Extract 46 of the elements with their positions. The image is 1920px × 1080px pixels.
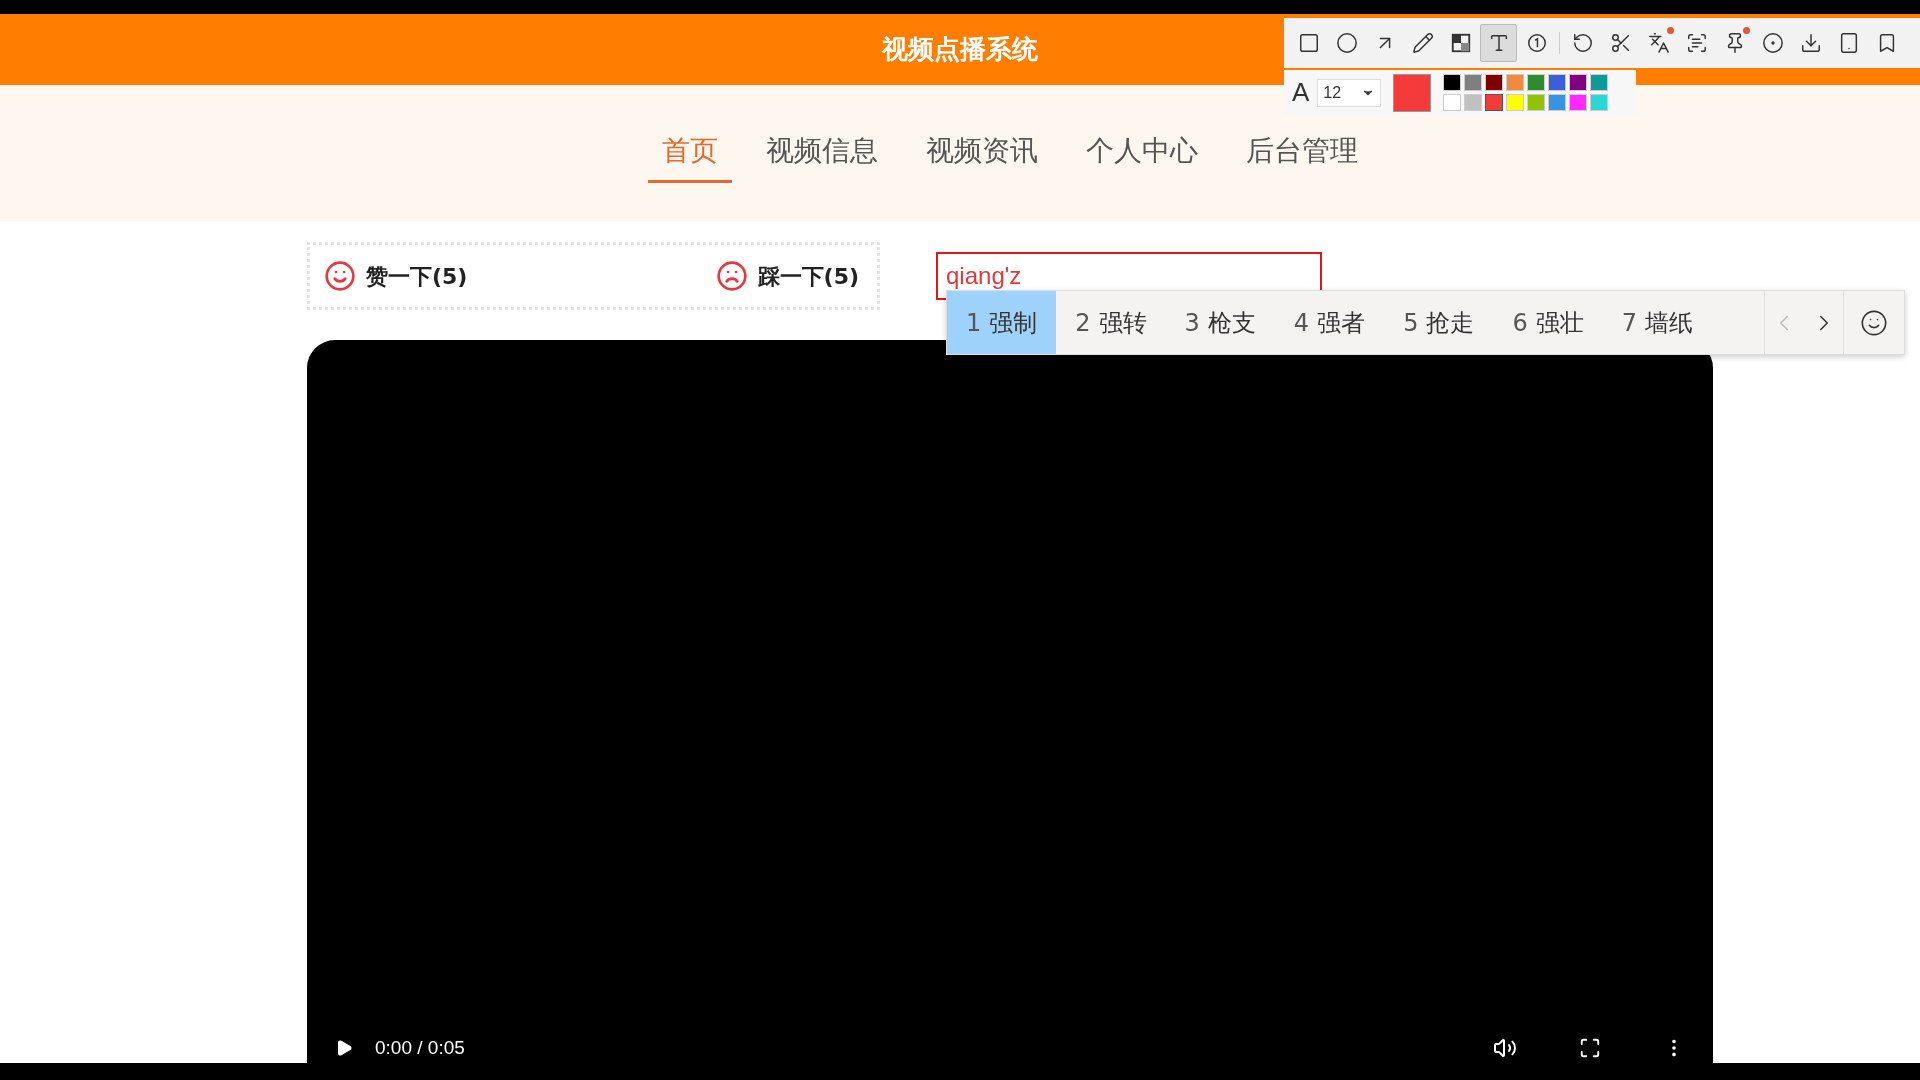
- candidate-number: 6: [1512, 307, 1528, 339]
- dislike-button[interactable]: 踩一下(5): [715, 259, 859, 293]
- numbered-step-icon: [1525, 32, 1548, 54]
- candidate-word: 强壮: [1535, 307, 1584, 339]
- nav-tab[interactable]: 个人中心: [1072, 124, 1212, 183]
- like-button[interactable]: 赞一下(5): [324, 259, 468, 293]
- circle-icon: [1335, 32, 1358, 54]
- candidate-word: 强者: [1317, 307, 1366, 339]
- scan-text-icon: [1685, 32, 1708, 54]
- frown-icon: [715, 260, 748, 292]
- nav-tab[interactable]: 视频信息: [752, 124, 892, 183]
- nav-tab[interactable]: 视频资讯: [912, 124, 1052, 183]
- video-player[interactable]: 0:00 / 0:05: [307, 340, 1713, 1063]
- candidate-word: 强制: [989, 307, 1038, 339]
- tool-button[interactable]: [1480, 24, 1517, 62]
- pencil-icon: [1411, 32, 1434, 54]
- smile-icon: [324, 260, 356, 292]
- font-label: A: [1292, 76, 1310, 109]
- rectangle-icon: [1297, 32, 1320, 54]
- scissors-icon: [1609, 32, 1632, 54]
- video-time: 0:00 / 0:05: [375, 1035, 465, 1060]
- current-color-swatch[interactable]: [1393, 73, 1432, 112]
- emoji-icon[interactable]: [1860, 308, 1888, 337]
- candidate-number: 7: [1621, 307, 1637, 339]
- candidate-word: 枪支: [1207, 307, 1256, 339]
- mosaic-icon: [1449, 32, 1472, 54]
- candidate-number: 3: [1184, 307, 1200, 339]
- download-icon: [1799, 32, 1822, 54]
- undo-icon: [1571, 32, 1594, 54]
- candidate-number: 4: [1293, 307, 1310, 339]
- candidate-number: 2: [1075, 307, 1091, 339]
- play-icon[interactable]: [335, 1039, 353, 1057]
- font-size-select[interactable]: 12: [1317, 78, 1382, 107]
- fullscreen-icon[interactable]: [1579, 1037, 1601, 1059]
- site-title: 视频点播系统: [882, 33, 1038, 66]
- candidate-number: 1: [966, 307, 982, 339]
- translate-icon: [1647, 32, 1670, 54]
- candidate-word: 抢走: [1426, 307, 1475, 339]
- candidate-word: 墙纸: [1644, 307, 1693, 339]
- nav-tab[interactable]: 后台管理: [1232, 124, 1372, 183]
- candidate-word: 强转: [1098, 307, 1147, 339]
- candidate-number: 5: [1403, 307, 1419, 339]
- ime-candidate[interactable]: 1 强制: [947, 291, 1057, 354]
- color-swatch[interactable]: [1485, 94, 1504, 111]
- record-icon: [1761, 32, 1784, 54]
- volume-icon[interactable]: [1493, 1036, 1517, 1060]
